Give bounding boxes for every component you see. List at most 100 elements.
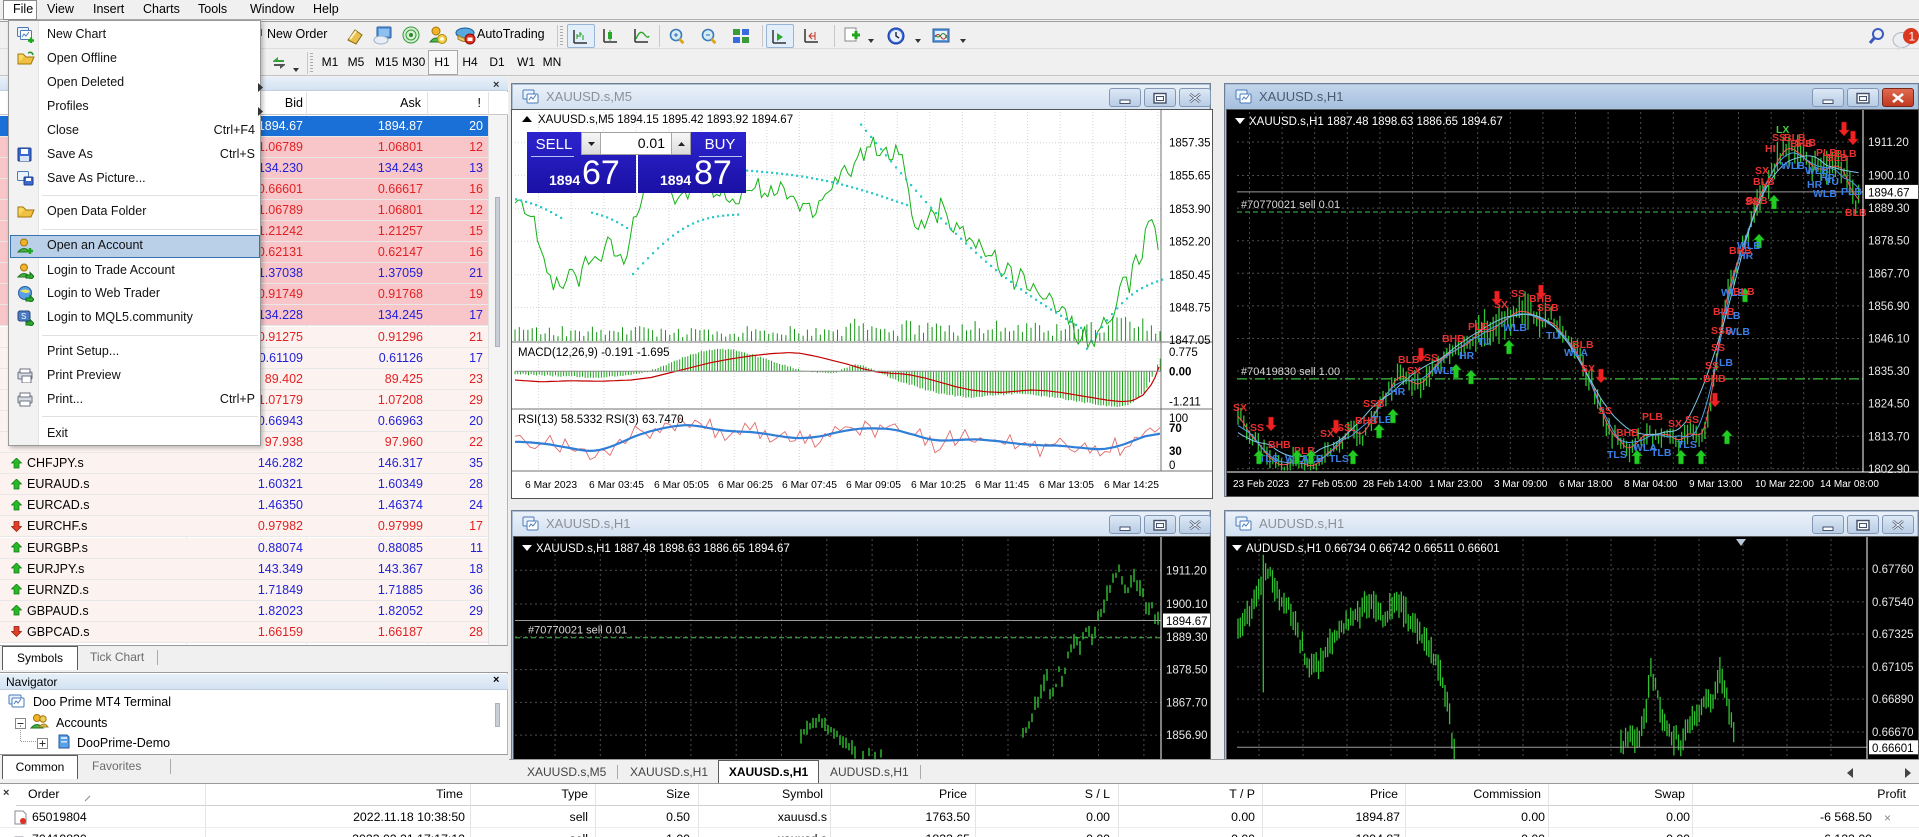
svg-text:BLB: BLB	[1753, 176, 1775, 188]
svg-text:SS: SS	[1598, 405, 1612, 417]
svg-text:1835.30: 1835.30	[1868, 366, 1910, 378]
svg-text:27 Feb 05:00: 27 Feb 05:00	[1298, 479, 1357, 490]
svg-text:0.66890: 0.66890	[1872, 694, 1914, 706]
svg-text:MACD(12,26,9) -0.191 -1.695: MACD(12,26,9) -0.191 -1.695	[518, 347, 670, 359]
svg-text:1911.20: 1911.20	[1166, 565, 1207, 577]
svg-text:SX: SX	[1233, 402, 1247, 414]
svg-text:TU: TU	[1477, 336, 1491, 348]
svg-text:9 Mar 13:00: 9 Mar 13:00	[1689, 479, 1743, 490]
svg-text:TLB: TLB	[1651, 447, 1672, 459]
svg-text:1900.10: 1900.10	[1868, 171, 1910, 183]
svg-text:TU: TU	[1546, 330, 1560, 342]
svg-text:SS: SS	[1250, 422, 1264, 434]
svg-text:1878.50: 1878.50	[1868, 236, 1910, 248]
svg-text:0.66670: 0.66670	[1872, 727, 1914, 739]
svg-text:1889.30: 1889.30	[1166, 632, 1208, 644]
svg-text:1889.30: 1889.30	[1868, 203, 1910, 215]
svg-text:BLB: BLB	[1835, 148, 1857, 160]
svg-text:1853.90: 1853.90	[1169, 204, 1211, 216]
svg-text:1802.90: 1802.90	[1868, 464, 1910, 476]
svg-text:SSB: SSB	[1363, 398, 1385, 410]
svg-text:0.67540: 0.67540	[1872, 597, 1914, 609]
svg-text:10 Mar 22:00: 10 Mar 22:00	[1755, 479, 1814, 490]
svg-text:1867.70: 1867.70	[1166, 697, 1208, 709]
svg-text:RSI(13) 58.5332 RSI(3) 63.747: RSI(13) 58.5332 RSI(3) 63.7470	[518, 414, 684, 426]
svg-text:1847.05: 1847.05	[1169, 335, 1211, 347]
svg-text:BHB: BHB	[1268, 439, 1291, 451]
svg-text:BLB: BLB	[1572, 339, 1594, 351]
svg-text:28 Feb 14:00: 28 Feb 14:00	[1363, 479, 1422, 490]
svg-text:#70770021 sell 0.01: #70770021 sell 0.01	[1241, 199, 1340, 211]
svg-text:6 Mar 05:05: 6 Mar 05:05	[654, 480, 709, 491]
svg-text:1867.70: 1867.70	[1868, 268, 1910, 280]
svg-text:0.67105: 0.67105	[1872, 662, 1914, 674]
svg-text:0.67760: 0.67760	[1872, 564, 1914, 576]
svg-text:BLB: BLB	[1733, 286, 1755, 298]
svg-text:6 Mar 06:25: 6 Mar 06:25	[718, 480, 773, 491]
svg-text:TLS: TLS	[1329, 453, 1349, 465]
svg-text:LB: LB	[1719, 357, 1733, 369]
svg-text:0.67325: 0.67325	[1872, 629, 1914, 641]
svg-text:WLB: WLB	[1726, 326, 1750, 338]
svg-text:WLB: WLB	[1781, 160, 1805, 172]
svg-text:HI: HI	[1765, 143, 1776, 155]
svg-text:1824.50: 1824.50	[1868, 399, 1910, 411]
svg-text:6 Mar 2023: 6 Mar 2023	[525, 480, 577, 491]
svg-text:SX: SX	[1668, 418, 1682, 430]
svg-text:1894.67: 1894.67	[1868, 187, 1910, 199]
svg-text:AUDUSD.s,H1 0.66734 0.66742 0: AUDUSD.s,H1 0.66734 0.66742 0.66511 0.66…	[1246, 543, 1500, 555]
svg-text:1856.90: 1856.90	[1166, 730, 1208, 742]
svg-text:1894.67: 1894.67	[1166, 616, 1208, 628]
svg-text:1850.45: 1850.45	[1169, 270, 1211, 282]
svg-text:1 Mar 23:00: 1 Mar 23:00	[1429, 479, 1483, 490]
svg-text:WLB: WLB	[1737, 240, 1761, 252]
svg-text:SS: SS	[1745, 196, 1759, 208]
svg-text:BLB: BLB	[1845, 207, 1867, 219]
svg-text:SX: SX	[1581, 363, 1595, 375]
svg-text:70: 70	[1169, 423, 1182, 435]
svg-text:14 Mar 08:00: 14 Mar 08:00	[1820, 479, 1879, 490]
svg-text:6 Mar 07:45: 6 Mar 07:45	[782, 480, 837, 491]
svg-text:BLB: BLB	[1713, 306, 1735, 318]
svg-text:PLB: PLB	[1468, 321, 1489, 333]
svg-text:8 Mar 04:00: 8 Mar 04:00	[1624, 479, 1678, 490]
svg-text:XAUUSD.s,H1 1887.48 1898.63 1: XAUUSD.s,H1 1887.48 1898.63 1886.65 1894…	[1249, 116, 1503, 128]
svg-text:1848.75: 1848.75	[1169, 302, 1211, 314]
svg-text:SS: SS	[1685, 414, 1699, 426]
svg-text:HR: HR	[1459, 350, 1475, 362]
svg-text:1911.20: 1911.20	[1868, 137, 1909, 149]
svg-text:SS: SS	[1711, 342, 1725, 354]
svg-text:23 Feb 2023: 23 Feb 2023	[1233, 479, 1290, 490]
svg-text:SS: SS	[1511, 288, 1525, 300]
svg-text:6 Mar 14:25: 6 Mar 14:25	[1104, 480, 1159, 491]
svg-text:SS: SS	[1424, 352, 1438, 364]
svg-text:TLB: TLB	[1372, 414, 1393, 426]
svg-text:0.66601: 0.66601	[1872, 743, 1914, 755]
svg-text:0.775: 0.775	[1169, 347, 1198, 359]
svg-text:1846.10: 1846.10	[1868, 334, 1910, 346]
svg-text:1857.35: 1857.35	[1169, 138, 1211, 150]
svg-text:TLS: TLS	[1607, 449, 1627, 461]
svg-text:1856.90: 1856.90	[1868, 301, 1910, 313]
svg-text:0: 0	[1169, 460, 1175, 472]
svg-text:PLB: PLB	[1841, 186, 1862, 198]
svg-text:#70770021 sell 0.01: #70770021 sell 0.01	[528, 625, 627, 637]
svg-text:SLB: SLB	[1795, 137, 1816, 149]
svg-text:6 Mar 13:05: 6 Mar 13:05	[1039, 480, 1094, 491]
svg-text:1852.20: 1852.20	[1169, 236, 1211, 248]
svg-text:SSB: SSB	[1537, 302, 1559, 314]
svg-text:6 Mar 18:00: 6 Mar 18:00	[1559, 479, 1613, 490]
svg-text:0.00: 0.00	[1169, 366, 1191, 378]
svg-text:6 Mar 03:45: 6 Mar 03:45	[589, 480, 644, 491]
svg-text:1855.65: 1855.65	[1169, 170, 1211, 182]
svg-text:WLB: WLB	[1503, 322, 1527, 334]
svg-text:SX: SX	[1407, 365, 1421, 377]
svg-text:HR: HR	[1820, 172, 1836, 184]
svg-text:BHB: BHB	[1616, 427, 1639, 439]
svg-text:3 Mar 09:00: 3 Mar 09:00	[1494, 479, 1548, 490]
svg-text:XAUUSD.s,H1 1887.48 1898.63 1: XAUUSD.s,H1 1887.48 1898.63 1886.65 1894…	[536, 543, 790, 555]
svg-text:TLS: TLS	[1677, 439, 1697, 451]
svg-text:HR: HR	[1390, 386, 1406, 398]
svg-text:PLB: PLB	[1642, 411, 1663, 423]
svg-text:S: S	[21, 312, 26, 321]
